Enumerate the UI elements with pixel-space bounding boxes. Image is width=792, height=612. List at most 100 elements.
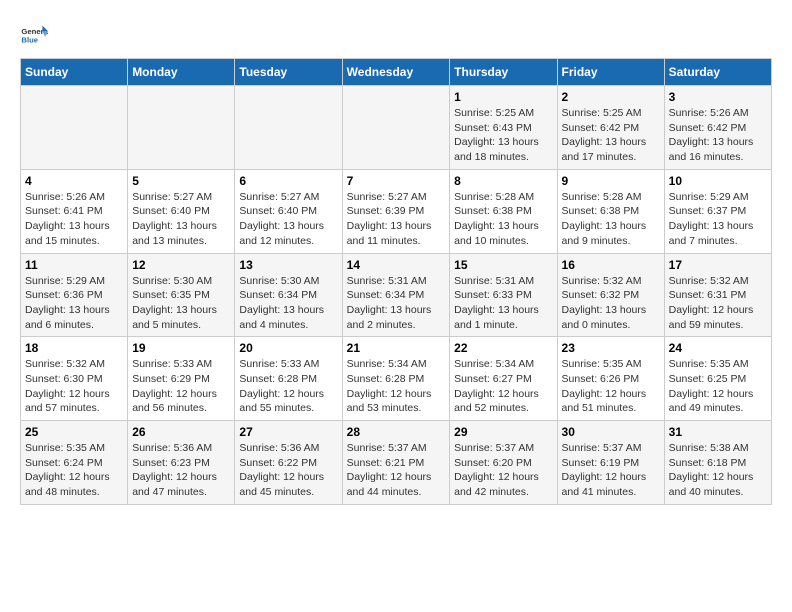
day-info: Sunrise: 5:37 AMSunset: 6:20 PMDaylight:… — [454, 441, 552, 500]
calendar-cell: 4 Sunrise: 5:26 AMSunset: 6:41 PMDaylight… — [21, 169, 128, 253]
calendar-cell: 30Sunrise: 5:37 AMSunset: 6:19 PMDayligh… — [557, 421, 664, 505]
logo-icon: General Blue — [20, 20, 48, 48]
week-row-2: 11Sunrise: 5:29 AMSunset: 6:36 PMDayligh… — [21, 253, 772, 337]
day-info: Sunrise: 5:25 AMSunset: 6:43 PMDaylight:… — [454, 106, 552, 165]
svg-text:Blue: Blue — [21, 35, 38, 44]
day-number: 18 — [25, 341, 123, 355]
calendar-cell: 18 Sunrise: 5:32 AMSunset: 6:30 PMDayligh… — [21, 337, 128, 421]
day-number: 28 — [347, 425, 446, 439]
calendar-cell: 9Sunrise: 5:28 AMSunset: 6:38 PMDaylight… — [557, 169, 664, 253]
calendar-cell: 10 Sunrise: 5:29 AMSunset: 6:37 PMDayligh… — [664, 169, 771, 253]
header-sunday: Sunday — [21, 59, 128, 86]
week-row-0: 1 Sunrise: 5:25 AMSunset: 6:43 PMDaylight… — [21, 86, 772, 170]
day-number: 5 — [132, 174, 230, 188]
day-info: Sunrise: 5:33 AMSunset: 6:29 PMDaylight:… — [132, 357, 230, 416]
week-row-3: 18 Sunrise: 5:32 AMSunset: 6:30 PMDayligh… — [21, 337, 772, 421]
calendar-cell — [21, 86, 128, 170]
day-info: Sunrise: 5:28 AMSunset: 6:38 PMDaylight:… — [562, 190, 660, 249]
day-info: Sunrise: 5:31 AMSunset: 6:33 PMDaylight:… — [454, 274, 552, 333]
calendar-table: SundayMondayTuesdayWednesdayThursdayFrid… — [20, 58, 772, 505]
calendar-cell: 16 Sunrise: 5:32 AMSunset: 6:32 PMDayligh… — [557, 253, 664, 337]
day-number: 31 — [669, 425, 767, 439]
calendar-cell: 3Sunrise: 5:26 AMSunset: 6:42 PMDaylight… — [664, 86, 771, 170]
day-number: 17 — [669, 258, 767, 272]
day-info: Sunrise: 5:32 AMSunset: 6:31 PMDaylight:… — [669, 274, 767, 333]
day-info: Sunrise: 5:28 AMSunset: 6:38 PMDaylight:… — [454, 190, 552, 249]
day-info: Sunrise: 5:29 AMSunset: 6:37 PMDaylight:… — [669, 190, 767, 249]
day-number: 11 — [25, 258, 123, 272]
day-info: Sunrise: 5:26 AMSunset: 6:41 PMDaylight:… — [25, 190, 123, 249]
day-info: Sunrise: 5:27 AMSunset: 6:40 PMDaylight:… — [132, 190, 230, 249]
day-info: Sunrise: 5:37 AMSunset: 6:19 PMDaylight:… — [562, 441, 660, 500]
calendar-cell — [235, 86, 342, 170]
calendar-header: SundayMondayTuesdayWednesdayThursdayFrid… — [21, 59, 772, 86]
day-info: Sunrise: 5:25 AMSunset: 6:42 PMDaylight:… — [562, 106, 660, 165]
header-monday: Monday — [128, 59, 235, 86]
day-number: 22 — [454, 341, 552, 355]
day-info: Sunrise: 5:34 AMSunset: 6:27 PMDaylight:… — [454, 357, 552, 416]
day-number: 14 — [347, 258, 446, 272]
calendar-cell: 13 Sunrise: 5:30 AMSunset: 6:34 PMDayligh… — [235, 253, 342, 337]
header-row: SundayMondayTuesdayWednesdayThursdayFrid… — [21, 59, 772, 86]
day-info: Sunrise: 5:34 AMSunset: 6:28 PMDaylight:… — [347, 357, 446, 416]
day-info: Sunrise: 5:37 AMSunset: 6:21 PMDaylight:… — [347, 441, 446, 500]
calendar-cell: 31Sunrise: 5:38 AMSunset: 6:18 PMDayligh… — [664, 421, 771, 505]
calendar-cell: 24 Sunrise: 5:35 AMSunset: 6:25 PMDayligh… — [664, 337, 771, 421]
calendar-cell: 26Sunrise: 5:36 AMSunset: 6:23 PMDayligh… — [128, 421, 235, 505]
header-saturday: Saturday — [664, 59, 771, 86]
day-number: 2 — [562, 90, 660, 104]
calendar-cell: 17 Sunrise: 5:32 AMSunset: 6:31 PMDayligh… — [664, 253, 771, 337]
logo: General Blue — [20, 20, 48, 48]
calendar-cell: 6Sunrise: 5:27 AMSunset: 6:40 PMDaylight… — [235, 169, 342, 253]
calendar-cell: 25Sunrise: 5:35 AMSunset: 6:24 PMDayligh… — [21, 421, 128, 505]
header-wednesday: Wednesday — [342, 59, 450, 86]
day-number: 13 — [239, 258, 337, 272]
day-number: 16 — [562, 258, 660, 272]
day-info: Sunrise: 5:33 AMSunset: 6:28 PMDaylight:… — [239, 357, 337, 416]
header-tuesday: Tuesday — [235, 59, 342, 86]
header-friday: Friday — [557, 59, 664, 86]
day-info: Sunrise: 5:36 AMSunset: 6:22 PMDaylight:… — [239, 441, 337, 500]
page-header: General Blue — [20, 20, 772, 48]
calendar-cell: 23 Sunrise: 5:35 AMSunset: 6:26 PMDayligh… — [557, 337, 664, 421]
day-info: Sunrise: 5:30 AMSunset: 6:34 PMDaylight:… — [239, 274, 337, 333]
day-info: Sunrise: 5:32 AMSunset: 6:30 PMDaylight:… — [25, 357, 123, 416]
day-number: 12 — [132, 258, 230, 272]
calendar-cell: 29 Sunrise: 5:37 AMSunset: 6:20 PMDayligh… — [450, 421, 557, 505]
day-number: 24 — [669, 341, 767, 355]
calendar-body: 1 Sunrise: 5:25 AMSunset: 6:43 PMDaylight… — [21, 86, 772, 505]
day-number: 10 — [669, 174, 767, 188]
calendar-cell — [128, 86, 235, 170]
day-info: Sunrise: 5:31 AMSunset: 6:34 PMDaylight:… — [347, 274, 446, 333]
day-number: 23 — [562, 341, 660, 355]
day-number: 21 — [347, 341, 446, 355]
day-info: Sunrise: 5:35 AMSunset: 6:26 PMDaylight:… — [562, 357, 660, 416]
calendar-cell: 21 Sunrise: 5:34 AMSunset: 6:28 PMDayligh… — [342, 337, 450, 421]
calendar-cell: 5 Sunrise: 5:27 AMSunset: 6:40 PMDaylight… — [128, 169, 235, 253]
calendar-cell: 2 Sunrise: 5:25 AMSunset: 6:42 PMDaylight… — [557, 86, 664, 170]
week-row-1: 4 Sunrise: 5:26 AMSunset: 6:41 PMDaylight… — [21, 169, 772, 253]
day-number: 26 — [132, 425, 230, 439]
calendar-cell: 22 Sunrise: 5:34 AMSunset: 6:27 PMDayligh… — [450, 337, 557, 421]
day-number: 29 — [454, 425, 552, 439]
day-number: 1 — [454, 90, 552, 104]
day-number: 4 — [25, 174, 123, 188]
calendar-cell: 27 Sunrise: 5:36 AMSunset: 6:22 PMDayligh… — [235, 421, 342, 505]
calendar-cell: 14 Sunrise: 5:31 AMSunset: 6:34 PMDayligh… — [342, 253, 450, 337]
header-thursday: Thursday — [450, 59, 557, 86]
day-number: 27 — [239, 425, 337, 439]
day-info: Sunrise: 5:26 AMSunset: 6:42 PMDaylight:… — [669, 106, 767, 165]
calendar-cell: 8 Sunrise: 5:28 AMSunset: 6:38 PMDaylight… — [450, 169, 557, 253]
calendar-cell: 7Sunrise: 5:27 AMSunset: 6:39 PMDaylight… — [342, 169, 450, 253]
calendar-cell: 19Sunrise: 5:33 AMSunset: 6:29 PMDayligh… — [128, 337, 235, 421]
calendar-cell: 20Sunrise: 5:33 AMSunset: 6:28 PMDayligh… — [235, 337, 342, 421]
day-number: 25 — [25, 425, 123, 439]
calendar-cell: 1 Sunrise: 5:25 AMSunset: 6:43 PMDaylight… — [450, 86, 557, 170]
day-info: Sunrise: 5:30 AMSunset: 6:35 PMDaylight:… — [132, 274, 230, 333]
day-info: Sunrise: 5:35 AMSunset: 6:25 PMDaylight:… — [669, 357, 767, 416]
calendar-cell: 28 Sunrise: 5:37 AMSunset: 6:21 PMDayligh… — [342, 421, 450, 505]
day-info: Sunrise: 5:32 AMSunset: 6:32 PMDaylight:… — [562, 274, 660, 333]
calendar-cell — [342, 86, 450, 170]
day-number: 6 — [239, 174, 337, 188]
day-number: 8 — [454, 174, 552, 188]
